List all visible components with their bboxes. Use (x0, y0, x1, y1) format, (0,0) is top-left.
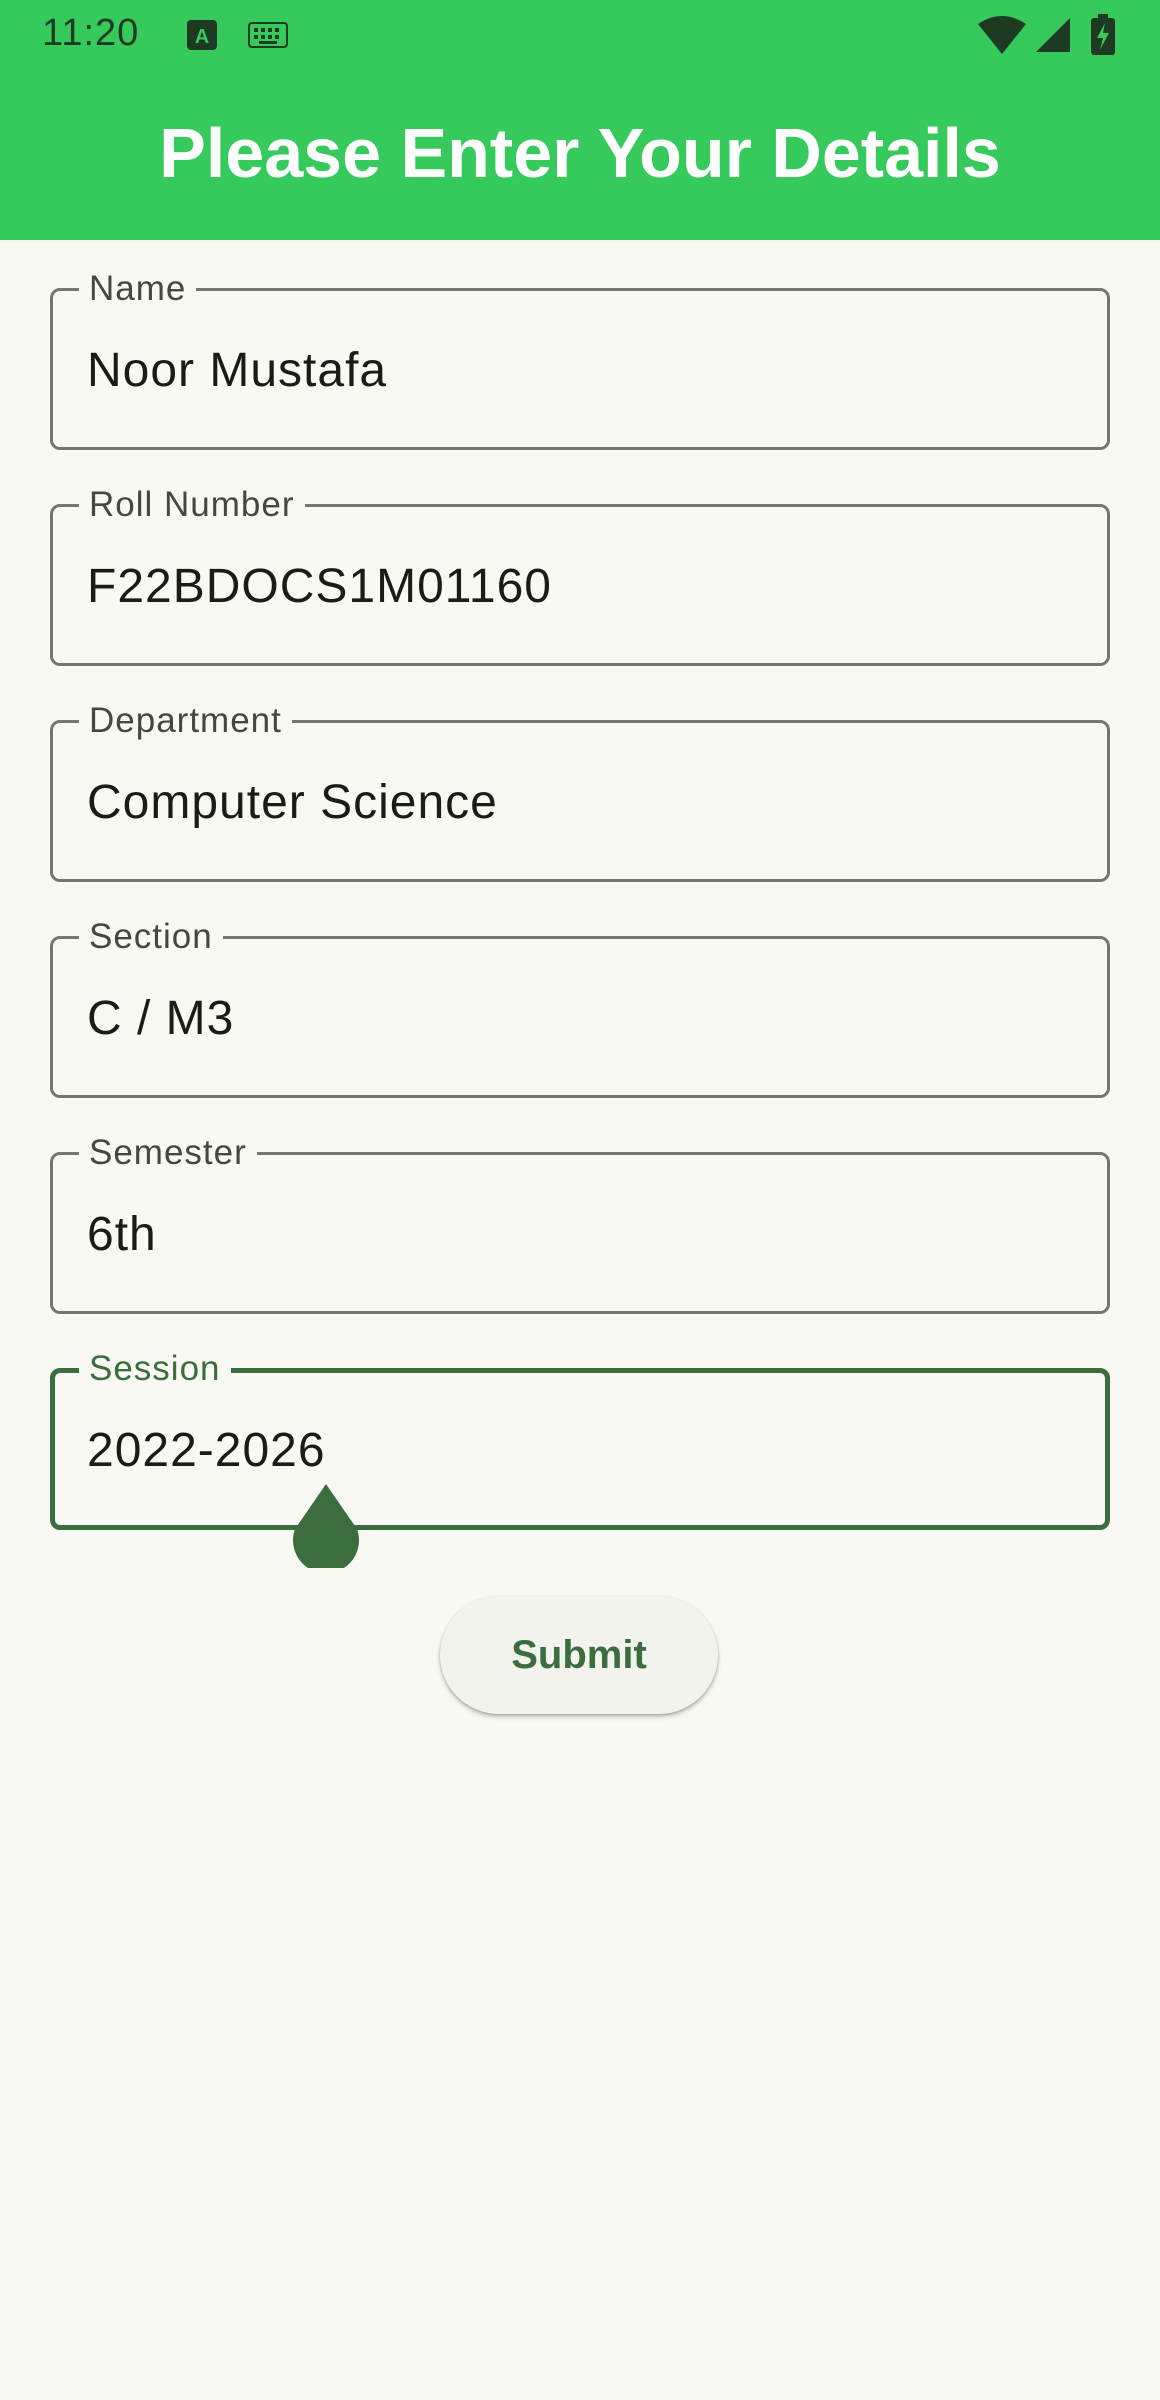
submit-button[interactable]: Submit (440, 1596, 718, 1714)
roll-number-field[interactable]: Roll Number F22BDOCS1M01160 (50, 485, 1110, 666)
roll-number-field-value[interactable]: F22BDOCS1M01160 (87, 557, 552, 617)
wifi-icon (976, 16, 1028, 59)
svg-text:A: A (195, 26, 209, 48)
status-time: 11:20 (42, 12, 140, 54)
cellular-signal-icon (1034, 16, 1072, 59)
font-badge-icon: A (186, 18, 218, 57)
name-field[interactable]: Name Noor Mustafa (50, 269, 1110, 450)
name-field-value[interactable]: Noor Mustafa (87, 341, 387, 401)
page-title: Please Enter Your Details (159, 114, 1001, 192)
department-field-value[interactable]: Computer Science (87, 773, 498, 833)
semester-field-label: Semester (79, 1133, 257, 1173)
app-bar: 11:20 A Please Enter Your Details (0, 0, 1160, 240)
section-field[interactable]: Section C / M3 (50, 917, 1110, 1098)
section-field-value[interactable]: C / M3 (87, 989, 234, 1049)
keyboard-icon (248, 22, 288, 53)
section-field-label: Section (79, 917, 223, 957)
roll-number-field-label: Roll Number (79, 485, 305, 525)
department-field[interactable]: Department Computer Science (50, 701, 1110, 882)
session-field[interactable]: Session 2022-2026 (50, 1349, 1110, 1530)
session-field-value[interactable]: 2022-2026 (87, 1421, 326, 1481)
department-field-label: Department (79, 701, 292, 741)
text-cursor-handle[interactable] (290, 1484, 362, 1574)
session-field-label: Session (79, 1349, 231, 1389)
semester-field-value[interactable]: 6th (87, 1205, 157, 1265)
semester-field[interactable]: Semester 6th (50, 1133, 1110, 1314)
battery-charging-icon (1090, 14, 1116, 61)
status-bar: 11:20 A (0, 0, 1160, 70)
name-field-label: Name (79, 269, 197, 309)
